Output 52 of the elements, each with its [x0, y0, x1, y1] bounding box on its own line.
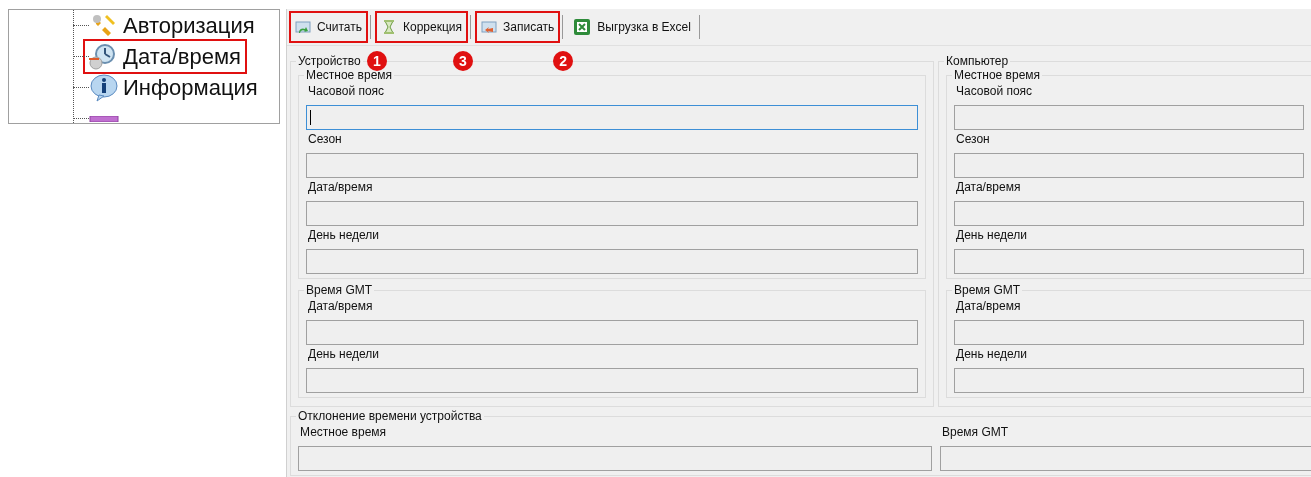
text-field[interactable] [306, 105, 918, 130]
group-title: Местное время [305, 68, 394, 82]
field-label: Местное время [299, 425, 388, 440]
toolbar-button[interactable]: Выгрузка в Excel [567, 11, 697, 43]
text-field[interactable] [298, 446, 932, 471]
toolbar-button[interactable]: Коррекция [375, 11, 469, 43]
field-label: Дата/время [955, 299, 1022, 314]
folder-icon [89, 115, 119, 122]
text-field[interactable] [954, 153, 1304, 178]
field-label: Дата/время [955, 180, 1022, 195]
text-field[interactable] [954, 249, 1304, 274]
field-label: День недели [307, 228, 381, 243]
group-title: Время GMT [305, 283, 374, 297]
toolbar-button[interactable]: Записать [475, 11, 561, 43]
text-field[interactable] [954, 368, 1304, 393]
text-field[interactable] [940, 446, 1311, 471]
group-title: Местное время [953, 68, 1042, 82]
field-label: Сезон [307, 132, 343, 147]
field-label: День недели [955, 228, 1029, 243]
step-badge: 1 [367, 51, 387, 71]
text-field[interactable] [306, 201, 918, 226]
field-label: День недели [307, 347, 381, 362]
text-field[interactable] [954, 320, 1304, 345]
field-label: Дата/время [307, 299, 374, 314]
info-icon [89, 73, 119, 102]
toolbar-button[interactable]: Считать [289, 11, 368, 43]
text-field[interactable] [306, 153, 918, 178]
field-label: День недели [955, 347, 1029, 362]
tree-item[interactable]: Авторизация [89, 10, 259, 41]
field-label: Часовой пояс [307, 84, 386, 99]
envelope-icon [295, 19, 311, 35]
text-cursor [310, 110, 311, 125]
text-field[interactable] [954, 105, 1304, 130]
tree-item[interactable]: Дата/время [85, 41, 246, 72]
envelope-icon [481, 19, 498, 35]
group-title: Отклонение времени устройства [297, 409, 483, 423]
text-field[interactable] [306, 249, 918, 274]
tree-item[interactable]: Информация [89, 72, 262, 103]
field-label: Сезон [955, 132, 991, 147]
text-field[interactable] [306, 320, 918, 345]
spreadsheet-icon [573, 18, 592, 36]
group-title: Время GMT [953, 283, 1022, 297]
field-label: Дата/время [307, 180, 374, 195]
field-label: Часовой пояс [955, 84, 1034, 99]
field-label: Время GMT [941, 425, 1010, 440]
text-field[interactable] [306, 368, 918, 393]
step-badge: 3 [453, 51, 473, 71]
group-title: Компьютер [945, 54, 1010, 68]
group-title: Устройство [297, 54, 362, 68]
hourglass-icon [381, 19, 397, 35]
step-badge: 2 [553, 51, 574, 71]
text-field[interactable] [954, 201, 1304, 226]
